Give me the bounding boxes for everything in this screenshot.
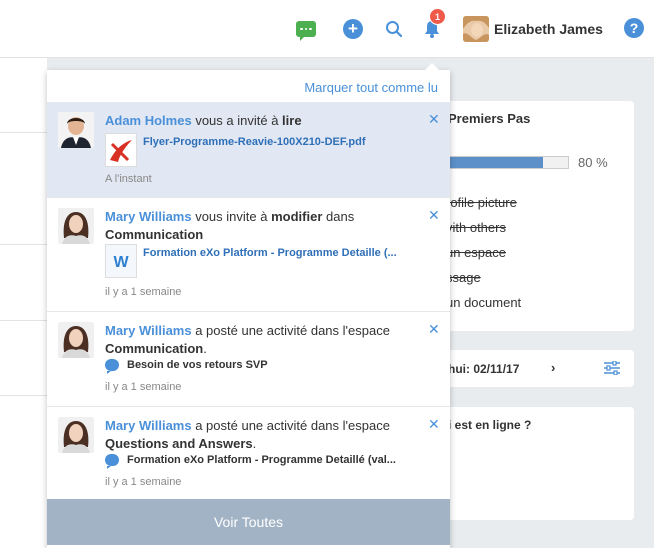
space-name: Communication bbox=[105, 227, 204, 242]
notification-item[interactable]: Mary Williams a posté une activité dans … bbox=[47, 312, 450, 407]
progress-label: 80 % bbox=[578, 155, 608, 170]
notification-message: . bbox=[203, 341, 207, 356]
notification-text: Mary Williams a posté une activité dans … bbox=[105, 417, 425, 453]
notification-time: A l'instant bbox=[105, 173, 152, 185]
who-is-online-title: i est en ligne ? bbox=[448, 418, 532, 432]
close-icon[interactable]: ✕ bbox=[428, 321, 440, 338]
getting-started-card: Premiers Pas 80 % rofile picture vith ot… bbox=[440, 101, 634, 331]
search-icon[interactable] bbox=[383, 18, 405, 40]
comment-bubble-icon bbox=[105, 454, 119, 469]
space-name: Questions and Answers bbox=[105, 436, 253, 451]
plus-icon[interactable]: + bbox=[342, 18, 364, 40]
divider bbox=[0, 395, 47, 396]
notification-text: Adam Holmes vous a invité à lire bbox=[105, 112, 425, 130]
space-name: Communication bbox=[105, 341, 204, 356]
notification-item[interactable]: Mary Williams a posté une activité dans … bbox=[47, 407, 450, 499]
mark-all-read-link[interactable]: Marquer tout comme lu bbox=[304, 80, 438, 95]
notification-emphasis: lire bbox=[282, 113, 302, 128]
pdf-file-icon bbox=[105, 133, 137, 167]
activity-preview[interactable]: Besoin de vos retours SVP bbox=[105, 359, 268, 374]
sender-name[interactable]: Mary Williams bbox=[105, 418, 192, 433]
close-icon[interactable]: ✕ bbox=[428, 207, 440, 224]
avatar bbox=[58, 417, 94, 453]
see-all-button[interactable]: Voir Toutes bbox=[47, 499, 450, 545]
svg-text:W: W bbox=[113, 254, 129, 270]
notification-message: dans bbox=[322, 209, 355, 224]
notification-item[interactable]: Adam Holmes vous a invité à lire ✕ Flyer… bbox=[47, 102, 450, 198]
close-icon[interactable]: ✕ bbox=[428, 111, 440, 128]
help-icon[interactable]: ? bbox=[624, 18, 644, 38]
task-item[interactable]: un document bbox=[446, 295, 521, 310]
user-name[interactable]: Elizabeth James bbox=[494, 21, 603, 37]
task-item[interactable]: vith others bbox=[446, 220, 506, 235]
attachment-link[interactable]: Flyer-Programme-Reavie-100X210-DEF.pdf bbox=[143, 136, 366, 148]
attachment-link[interactable]: Formation eXo Platform - Programme Detai… bbox=[143, 247, 397, 259]
who-is-online-card: i est en ligne ? bbox=[440, 407, 634, 520]
notification-text: Mary Williams a posté une activité dans … bbox=[105, 322, 425, 358]
attachment[interactable]: W Formation eXo Platform - Programme Det… bbox=[105, 244, 397, 278]
notification-text: Mary Williams vous invite à modifier dan… bbox=[105, 208, 425, 244]
divider bbox=[0, 244, 47, 245]
chat-icon[interactable] bbox=[295, 18, 317, 41]
calendar-date: hui: 02/11/17 bbox=[448, 362, 520, 376]
notification-message: . bbox=[252, 436, 257, 451]
notification-message: a posté une activité dans l'espace bbox=[191, 418, 390, 433]
progress-bar bbox=[440, 156, 569, 169]
getting-started-title: Premiers Pas bbox=[448, 111, 531, 126]
notification-emphasis: modifier bbox=[271, 209, 323, 224]
comment-bubble-icon bbox=[105, 359, 119, 374]
divider bbox=[0, 132, 47, 133]
notification-message: vous a invité à bbox=[191, 113, 283, 128]
notification-time: il y a 1 semaine bbox=[105, 476, 182, 488]
chevron-right-icon[interactable]: › bbox=[551, 360, 555, 375]
sender-name[interactable]: Adam Holmes bbox=[105, 113, 192, 128]
notification-count-badge: 1 bbox=[429, 8, 446, 25]
avatar bbox=[58, 208, 94, 244]
close-icon[interactable]: ✕ bbox=[428, 416, 440, 433]
task-item[interactable]: rofile picture bbox=[446, 195, 517, 210]
notification-time: il y a 1 semaine bbox=[105, 381, 182, 393]
sender-name[interactable]: Mary Williams bbox=[105, 209, 192, 224]
notification-message: vous invite à bbox=[191, 209, 272, 224]
activity-preview[interactable]: Formation eXo Platform - Programme Detai… bbox=[105, 454, 396, 469]
settings-sliders-icon[interactable] bbox=[604, 360, 620, 376]
notification-item[interactable]: Mary Williams vous invite à modifier dan… bbox=[47, 198, 450, 312]
notification-time: il y a 1 semaine bbox=[105, 286, 182, 298]
sender-name[interactable]: Mary Williams bbox=[105, 323, 192, 338]
attachment[interactable]: Flyer-Programme-Reavie-100X210-DEF.pdf bbox=[105, 133, 366, 167]
activity-link[interactable]: Formation eXo Platform - Programme Detai… bbox=[127, 454, 396, 466]
avatar bbox=[58, 322, 94, 358]
calendar-card: hui: 02/11/17 › bbox=[440, 350, 634, 387]
top-navigation-bar: + 1 Elizabeth James ? bbox=[0, 0, 654, 58]
notification-message: a posté une activité dans l'espace bbox=[191, 323, 390, 338]
notifications-dropdown: Marquer tout comme lu Adam Holmes vous a… bbox=[47, 63, 450, 548]
divider bbox=[0, 320, 47, 321]
task-item[interactable]: un espace bbox=[446, 245, 506, 260]
progress-fill bbox=[441, 157, 543, 168]
left-background-panel bbox=[0, 58, 47, 548]
word-file-icon: W bbox=[105, 244, 137, 278]
activity-link[interactable]: Besoin de vos retours SVP bbox=[127, 359, 268, 371]
user-avatar[interactable] bbox=[463, 16, 489, 42]
task-item[interactable]: ssage bbox=[446, 270, 481, 285]
avatar bbox=[58, 112, 94, 148]
